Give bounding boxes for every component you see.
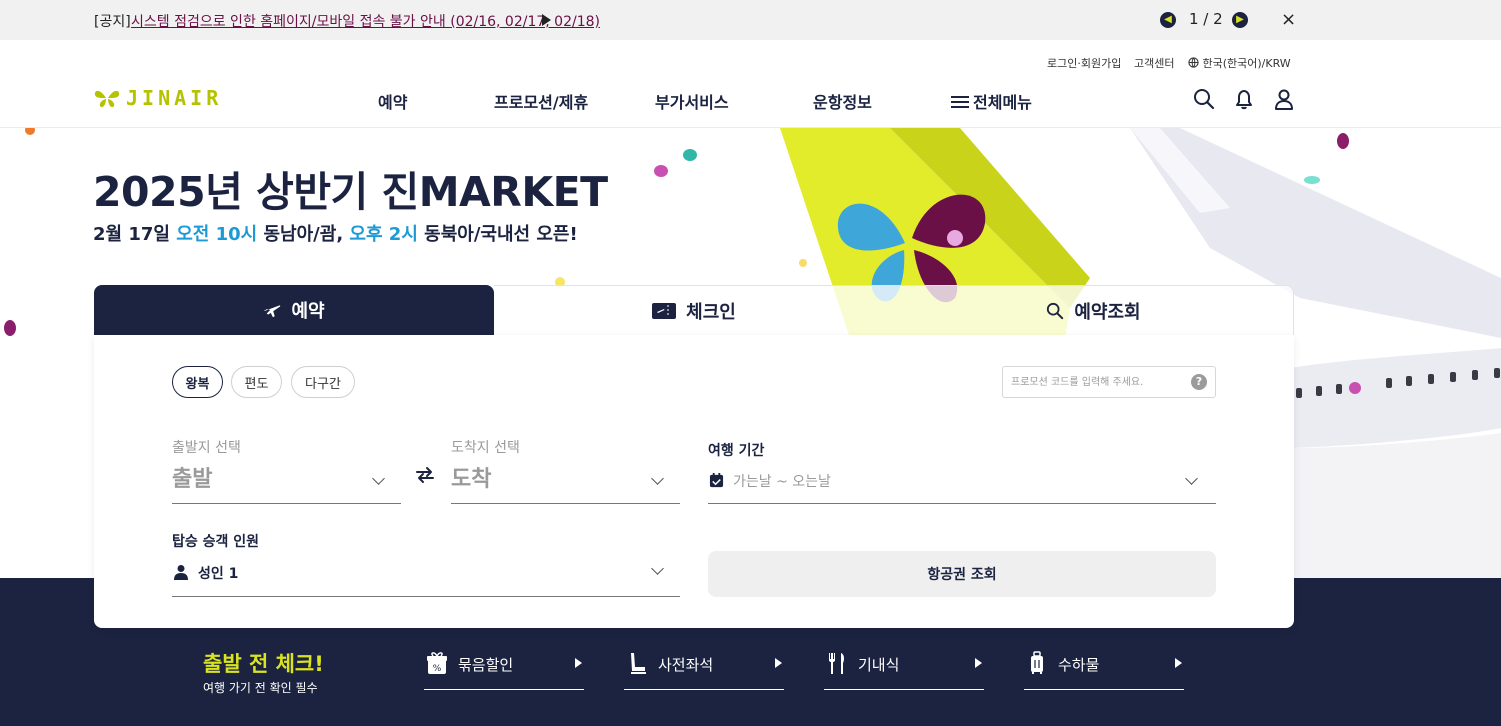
notice-bar: [공지] 시스템 점검으로 인한 홈페이지/모바일 접속 불가 안내 (02/1… (0, 0, 1501, 40)
hero-subtitle: 2월 17일 오전 10시 동남아/괌, 오후 2시 동북아/국내선 오픈! (93, 220, 578, 246)
arrival-value: 도착 (451, 467, 492, 492)
nav-promotion[interactable]: 프로모션/제휴 (494, 89, 588, 113)
search-flights-button[interactable]: 항공권 조회 (708, 551, 1216, 597)
tab-booking-inquiry-label: 예약조회 (1074, 301, 1141, 323)
seat-selection-link[interactable]: 사전좌석 (624, 648, 784, 690)
arrival-label: 도착지 선택 (451, 440, 520, 456)
arrow-right-icon (975, 658, 982, 668)
tab-checkin-label: 체크인 (686, 301, 736, 323)
seat-icon (631, 653, 646, 674)
chevron-down-icon (372, 472, 385, 485)
arrival-select[interactable]: 도착지 선택 도착 (451, 435, 680, 504)
departure-label: 출발지 선택 (172, 440, 241, 456)
ticket-icon (652, 302, 677, 319)
hero-sub-date: 2월 17일 (93, 224, 177, 245)
departure-value: 출발 (172, 467, 213, 492)
notice-tag: [공지] (94, 14, 131, 30)
close-icon[interactable]: × (1281, 9, 1296, 30)
checklist-subtitle: 여행 가기 전 확인 필수 (203, 681, 318, 695)
booking-panel: 왕복 편도 다구간 ? 출발지 선택 출발 도착지 선택 도착 여행 기간 가는… (94, 335, 1294, 628)
calendar-icon (709, 473, 724, 488)
hero-sub-region2: 동북아/국내선 오픈! (417, 224, 578, 245)
departure-select[interactable]: 출발지 선택 출발 (172, 435, 401, 504)
checklist-title: 출발 전 체크! (203, 652, 324, 676)
travel-period-value: 가는날 ~ 오는날 (733, 474, 831, 490)
fork-knife-icon (829, 653, 845, 674)
nav-extra-services[interactable]: 부가서비스 (655, 89, 729, 113)
globe-icon (1188, 57, 1199, 68)
user-icon[interactable] (1273, 88, 1295, 110)
travel-period-select[interactable]: 여행 기간 가는날 ~ 오는날 (708, 435, 1216, 504)
person-icon (174, 565, 188, 580)
nav-flight-info[interactable]: 운항정보 (813, 89, 872, 113)
search-icon (1047, 302, 1064, 319)
bell-icon[interactable] (1233, 88, 1255, 110)
bundle-discount-label: 묶음할인 (458, 656, 514, 674)
chevron-down-icon (651, 562, 664, 575)
bundle-discount-link[interactable]: % 묶음할인 (424, 648, 584, 690)
chevron-down-icon (1185, 472, 1198, 485)
passenger-label: 탑승 승객 인원 (172, 534, 260, 550)
hamburger-icon (951, 96, 969, 108)
hero-sub-time-am: 오전 10시 (176, 224, 258, 245)
inflight-meal-label: 기내식 (858, 656, 900, 674)
luggage-icon (1031, 651, 1043, 674)
booking-tabs: 예약 체크인 예약조회 (94, 285, 1294, 335)
passenger-select[interactable]: 탑승 승객 인원 성인 1 (172, 531, 680, 597)
gift-icon: % (427, 652, 447, 674)
tab-checkin[interactable]: 체크인 (494, 285, 894, 335)
airplane-icon (264, 305, 281, 318)
logo-text: JINAIR (126, 86, 223, 110)
baggage-label: 수하물 (1058, 656, 1100, 674)
booking-widget: 예약 체크인 예약조회 왕복 편도 다구간 ? 출발지 선택 출발 도착지 선택… (94, 285, 1294, 628)
nav-all-menu[interactable]: 전체메뉴 (951, 89, 1032, 113)
baggage-link[interactable]: 수하물 (1024, 648, 1184, 690)
travel-period-label: 여행 기간 (708, 443, 765, 459)
trip-type-oneway[interactable]: 편도 (231, 366, 282, 398)
hero-sub-region1: 동남아/괌, (257, 224, 350, 245)
passenger-value: 성인 1 (198, 566, 239, 582)
chevron-right-icon[interactable]: ▶ (1232, 12, 1248, 28)
customer-center-link[interactable]: 고객센터 (1134, 55, 1174, 71)
seat-selection-label: 사전좌석 (658, 656, 714, 674)
chevron-down-icon (651, 472, 664, 485)
notice-link[interactable]: 시스템 점검으로 인한 홈페이지/모바일 접속 불가 안내 (02/16, 02… (131, 11, 600, 31)
login-link[interactable]: 로그인·회원가입 (1047, 55, 1121, 71)
tab-booking[interactable]: 예약 (94, 285, 494, 335)
inflight-meal-link[interactable]: 기내식 (824, 648, 984, 690)
promo-code-input[interactable] (1011, 367, 1181, 397)
svg-text:%: % (433, 664, 442, 674)
jinair-logo[interactable]: JINAIR (94, 86, 223, 110)
language-label: 한국(한국어)/KRW (1202, 57, 1291, 70)
butterfly-logo-icon (94, 90, 120, 108)
arrow-right-icon (1175, 658, 1182, 668)
search-icon[interactable] (1193, 88, 1215, 110)
language-selector[interactable]: 한국(한국어)/KRW (1188, 55, 1291, 71)
tab-booking-inquiry[interactable]: 예약조회 (894, 285, 1294, 335)
notice-pager: 1 / 2 (1189, 10, 1223, 28)
promo-code-field: ? (1002, 366, 1216, 398)
chevron-left-icon[interactable]: ◀ (1160, 12, 1176, 28)
trip-type-multicity[interactable]: 다구간 (291, 366, 355, 398)
nav-booking[interactable]: 예약 (378, 89, 407, 113)
arrow-right-icon (575, 658, 582, 668)
help-icon[interactable]: ? (1191, 374, 1207, 390)
nav-all-menu-label: 전체메뉴 (973, 93, 1032, 112)
play-icon[interactable] (542, 14, 551, 26)
hero-title: 2025년 상반기 진MARKET (93, 168, 608, 216)
site-header: 로그인·회원가입 고객센터 한국(한국어)/KRW JINAIR 예약 프로모션… (0, 40, 1501, 128)
arrow-right-icon (775, 658, 782, 668)
swap-icon[interactable] (414, 464, 436, 486)
tab-booking-label: 예약 (291, 301, 325, 322)
hero-sub-time-pm: 오후 2시 (349, 224, 418, 245)
trip-type-roundtrip[interactable]: 왕복 (172, 366, 223, 398)
